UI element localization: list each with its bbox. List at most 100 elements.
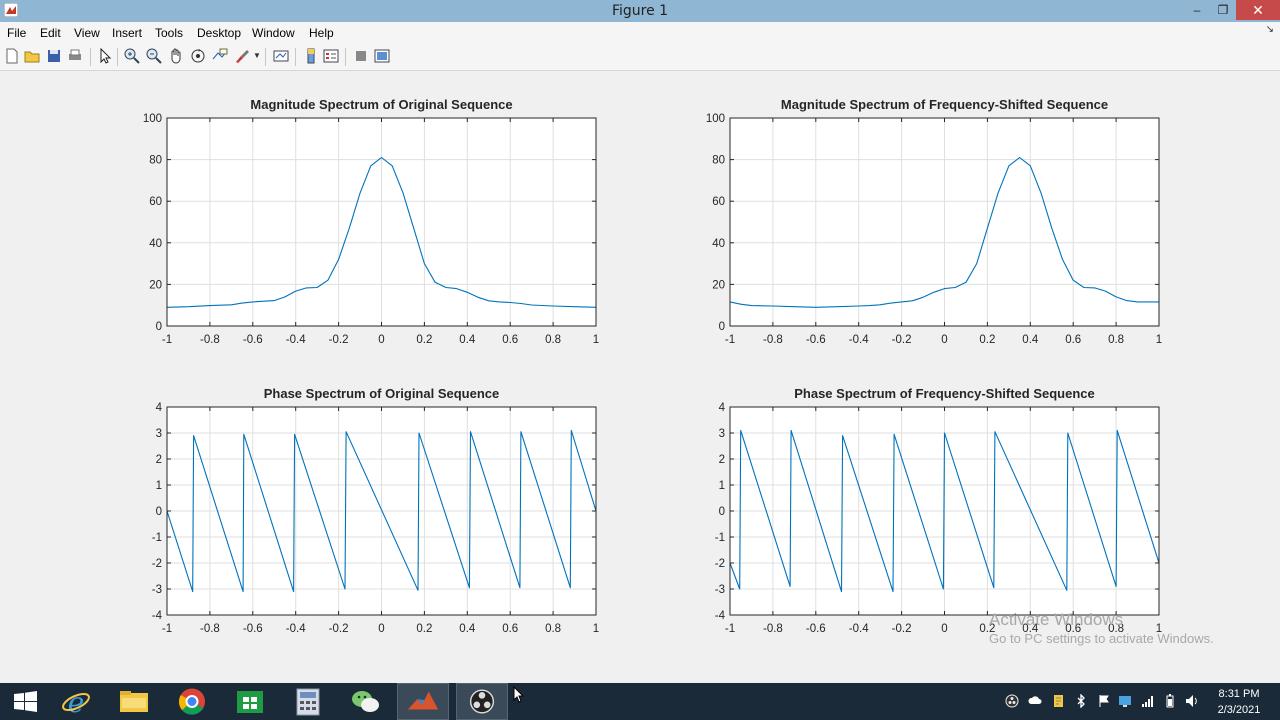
zoom-in-icon[interactable] [123,47,141,65]
windows-store-icon[interactable] [224,683,276,720]
brush-dropdown-icon[interactable]: ▼ [253,51,261,60]
shifted-magnitude-axes[interactable]: -1 -0.8 -0.6 -0.4 -0.2 0 0.2 0.4 0.6 0.8 1 0 20 40 60 8… [706,97,1162,346]
y-tick-label: 40 [149,238,162,250]
print-icon[interactable] [66,47,84,65]
wechat-icon[interactable] [340,683,392,720]
figure-canvas[interactable]: -1 -0.8 -0.6 -0.4 -0.2 0 0.2 0.4 0.6 0.8 1 0 20 40 60 8… [0,71,1280,683]
new-figure-icon[interactable] [3,47,21,65]
y-tick-label: 100 [706,113,725,125]
orig-phase-axes[interactable]: -1 -0.8 -0.6 -0.4 -0.2 0 0.2 0.4 0.6 0.8 1 -4 -3 -2 -1… [152,386,599,635]
x-tick-label: -0.4 [849,623,869,635]
orig-magnitude-axes[interactable]: -1 -0.8 -0.6 -0.4 -0.2 0 0.2 0.4 0.6 0.8 1 0 20 40 60 8… [143,97,599,346]
x-tick-label: -0.6 [243,334,263,346]
link-plot-icon[interactable] [272,47,290,65]
taskbar-clock[interactable]: 8:31 PM 2/3/2021 [1208,686,1270,718]
toolbar-separator [265,48,266,66]
x-tick-label: -0.4 [286,623,306,635]
open-file-icon[interactable] [23,47,41,65]
clock-time: 8:31 PM [1218,688,1260,700]
x-tick-label: 1 [1156,334,1162,346]
svg-text:e: e [68,686,85,719]
rotate-3d-icon[interactable] [189,47,207,65]
y-tick-label: -1 [152,532,162,544]
menu-view[interactable]: View [74,26,100,40]
x-tick-label: -0.6 [806,334,826,346]
y-tick-label: -3 [152,584,162,596]
save-icon[interactable] [45,47,63,65]
chrome-icon[interactable] [166,683,218,720]
x-tick-label: 0.4 [1022,334,1039,346]
pointer-icon[interactable] [96,47,114,65]
menu-tools[interactable]: Tools [155,26,183,40]
menu-edit[interactable]: Edit [40,26,61,40]
x-tick-label: 1 [593,623,599,635]
x-tick-label: 0 [378,334,384,346]
x-tick-label: -0.2 [892,334,912,346]
menu-file[interactable]: File [7,26,26,40]
mouse-cursor-icon [513,686,525,703]
windows-start-icon[interactable] [0,683,52,720]
volume-icon[interactable] [1185,694,1199,708]
figure-toolbar: ▼ [0,44,1280,71]
x-tick-label: -1 [162,623,172,635]
y-tick-label: 0 [156,321,162,333]
menubar-expand-icon[interactable]: ↘ [1266,24,1274,35]
obs-icon[interactable] [456,683,508,720]
signal-icon[interactable] [1141,694,1155,708]
toolbar-separator [117,48,118,66]
calculator-icon[interactable] [282,683,334,720]
menu-help[interactable]: Help [309,26,334,40]
y-tick-label: 3 [719,428,725,440]
data-cursor-icon[interactable] [211,47,229,65]
y-tick-label: 0 [156,506,162,518]
x-tick-label: 0.8 [1108,334,1124,346]
brush-icon[interactable] [233,47,251,65]
bluetooth-icon[interactable] [1074,694,1088,708]
obs-tray-icon[interactable] [1005,694,1019,708]
file-explorer-icon[interactable] [108,683,160,720]
battery-icon[interactable] [1163,694,1177,708]
restore-button[interactable]: ❐ [1210,0,1236,20]
x-tick-label: -0.8 [200,334,220,346]
menu-desktop[interactable]: Desktop [197,26,241,40]
zoom-out-icon[interactable] [145,47,163,65]
minimize-button[interactable]: – [1184,0,1210,20]
x-tick-label: 0 [378,623,384,635]
close-button[interactable]: ✕ [1236,0,1280,20]
toolbar-separator [295,48,296,66]
legend-icon[interactable] [322,47,340,65]
x-tick-label: -0.2 [329,334,349,346]
show-plot-tools-icon[interactable] [373,47,391,65]
pan-icon[interactable] [167,47,185,65]
x-tick-label: -0.2 [892,623,912,635]
y-tick-label: 80 [149,155,162,167]
cloud-icon[interactable] [1028,694,1042,708]
axes-title: Phase Spectrum of Original Sequence [264,386,500,401]
x-tick-label: -1 [725,623,735,635]
y-tick-label: -4 [152,610,163,622]
y-tick-label: 0 [719,506,725,518]
shifted-phase-axes[interactable]: -1 -0.8 -0.6 -0.4 -0.2 0 0.2 0.4 0.6 0.8 1-4-3-2-1… [715,386,1162,635]
flag-icon[interactable] [1097,694,1111,708]
notes-icon[interactable] [1051,694,1065,708]
hide-plot-tools-icon[interactable] [352,47,370,65]
y-tick-label: 1 [156,480,162,492]
network-icon[interactable] [1118,694,1132,708]
y-tick-label: -2 [152,558,162,570]
menu-window[interactable]: Window [252,26,295,40]
y-tick-label: 20 [149,279,162,291]
y-tick-label: 20 [712,279,725,291]
matlab-icon[interactable] [397,683,449,720]
x-tick-label: 0.6 [502,334,518,346]
menu-insert[interactable]: Insert [112,26,142,40]
y-tick-label: 3 [156,428,162,440]
x-tick-label: -0.4 [286,334,306,346]
axes-title: Phase Spectrum of Frequency-Shifted Sequ… [794,386,1095,401]
colorbar-icon[interactable] [302,47,320,65]
x-tick-label: 0.8 [545,334,561,346]
subplot-grid: -1 -0.8 -0.6 -0.4 -0.2 0 0.2 0.4 0.6 0.8 102040608… [143,97,1162,635]
x-tick-label: -0.2 [329,623,349,635]
internet-explorer-icon[interactable]: e [50,683,102,720]
window-title: Figure 1 [611,3,669,19]
window-titlebar[interactable]: Figure 1 – ❐ ✕ [0,0,1280,22]
